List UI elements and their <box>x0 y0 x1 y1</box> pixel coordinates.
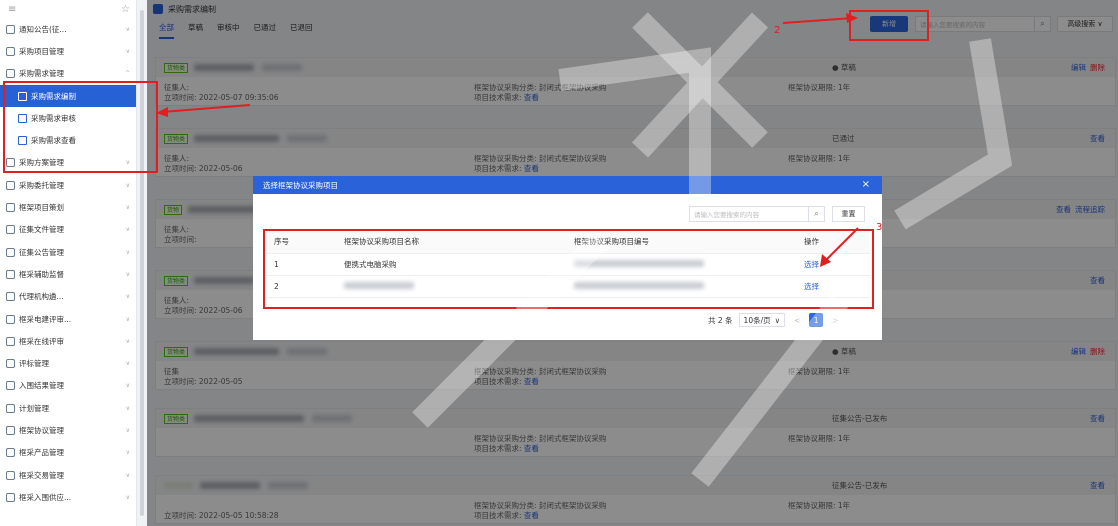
folder-icon <box>6 292 15 302</box>
sidebar: ≡ ☆ 通知公告(征... ∨ 采购项目管理 ∨ 采购需求管理 ^ 采购需求编制 采购需求审核… <box>0 0 137 526</box>
folder-icon <box>6 203 15 213</box>
folder-icon <box>6 24 15 34</box>
annotation-box-table <box>263 229 874 309</box>
annotation-number: 2 <box>774 25 781 36</box>
chevron-down-icon: ∨ <box>125 181 130 189</box>
folder-icon <box>6 403 15 413</box>
chevron-down-icon: ∨ <box>125 248 130 256</box>
folder-icon <box>6 470 15 480</box>
folder-icon <box>6 359 15 369</box>
sidebar-item-after-2[interactable]: 框架项目策划 ∨ <box>0 196 136 218</box>
sidebar-item-after-15[interactable]: 框采入围供应... ∨ <box>0 486 136 508</box>
annotation-box-sidebar <box>3 81 158 173</box>
annotation-box-new <box>849 10 929 41</box>
dialog-title: 选择框架协议采购项目 <box>263 180 338 190</box>
chevron-down-icon: ∨ <box>125 226 130 234</box>
chevron-down-icon: ∨ <box>774 315 781 325</box>
folder-icon <box>6 269 15 279</box>
menu-icon[interactable]: ≡ <box>8 4 16 15</box>
sidebar-item-label: 征集公告管理 <box>19 247 64 257</box>
chevron-down-icon: ∨ <box>125 270 130 278</box>
chevron-down-icon: ∨ <box>125 404 130 412</box>
sidebar-item-label: 框采电建评审... <box>19 314 72 324</box>
sidebar-item-label: 计划管理 <box>19 403 49 413</box>
chevron-down-icon: ∨ <box>125 25 130 33</box>
sidebar-item-after-14[interactable]: 框采交易管理 ∨ <box>0 464 136 486</box>
sidebar-item-after-10[interactable]: 入围结果管理 ∨ <box>0 375 136 397</box>
chevron-down-icon: ∨ <box>125 426 130 434</box>
folder-icon <box>6 46 15 56</box>
sidebar-item-label: 框架协议管理 <box>19 425 64 435</box>
chevron-down-icon: ∨ <box>125 337 130 345</box>
chevron-up-icon: ^ <box>124 70 130 78</box>
chevron-down-icon: ∨ <box>125 382 130 390</box>
total-count: 共 2 条 <box>708 315 733 325</box>
sidebar-item-after-3[interactable]: 征集文件管理 ∨ <box>0 219 136 241</box>
sidebar-item-label: 采购项目管理 <box>19 46 64 56</box>
dialog-search-input[interactable]: 请输入您要搜索的内容 <box>689 206 809 222</box>
folder-icon <box>6 381 15 391</box>
folder-icon <box>6 448 15 458</box>
sidebar-item-label: 通知公告(征... <box>19 24 67 34</box>
chevron-down-icon: ∨ <box>125 293 130 301</box>
folder-icon <box>6 314 15 324</box>
annotation-number: 3 <box>876 222 883 233</box>
pagination: 共 2 条 10条/页 ∨ < 1 > <box>708 313 841 327</box>
sidebar-top: ≡ ☆ <box>0 0 136 18</box>
folder-icon <box>6 180 15 190</box>
chevron-down-icon: ∨ <box>125 493 130 501</box>
sidebar-item-label: 框采辅助监督 <box>19 269 64 279</box>
sidebar-item-after-13[interactable]: 框采产品管理 ∨ <box>0 442 136 464</box>
sidebar-item-after-7[interactable]: 框采电建评审... ∨ <box>0 308 136 330</box>
sidebar-item-after-4[interactable]: 征集公告管理 ∨ <box>0 241 136 263</box>
sidebar-item-label: 框架项目策划 <box>19 203 64 213</box>
sidebar-item-1[interactable]: 采购项目管理 ∨ <box>0 40 136 62</box>
folder-icon <box>6 247 15 257</box>
sidebar-item-label: 框采入围供应... <box>19 492 72 502</box>
chevron-down-icon: ∨ <box>125 315 130 323</box>
prev-page-icon[interactable]: < <box>791 316 803 325</box>
sidebar-item-label: 评标管理 <box>19 359 49 369</box>
sidebar-item-label: 采购委托管理 <box>19 180 64 190</box>
sidebar-item-label: 采购需求管理 <box>19 69 64 79</box>
page-size-value: 10条/页 <box>743 315 771 325</box>
folder-icon <box>6 425 15 435</box>
sidebar-item-after-9[interactable]: 评标管理 ∨ <box>0 352 136 374</box>
sidebar-item-label: 入围结果管理 <box>19 381 64 391</box>
sidebar-item-after-5[interactable]: 框采辅助监督 ∨ <box>0 263 136 285</box>
sidebar-item-after-1[interactable]: 采购委托管理 ∨ <box>0 174 136 196</box>
sidebar-item-label: 框采在线评审 <box>19 336 64 346</box>
reset-button[interactable]: 重置 <box>832 206 865 222</box>
sidebar-item-label: 征集文件管理 <box>19 225 64 235</box>
sidebar-item-0[interactable]: 通知公告(征... ∨ <box>0 18 136 40</box>
close-icon[interactable]: × <box>862 179 870 190</box>
chevron-down-icon: ∨ <box>125 449 130 457</box>
folder-icon <box>6 492 15 502</box>
folder-icon <box>6 225 15 235</box>
page-size-select[interactable]: 10条/页 ∨ <box>738 313 786 327</box>
chevron-down-icon: ∨ <box>125 360 130 368</box>
folder-icon <box>6 336 15 346</box>
sidebar-item-after-12[interactable]: 框架协议管理 ∨ <box>0 419 136 441</box>
chevron-down-icon: ∨ <box>125 204 130 212</box>
folder-icon <box>6 69 15 79</box>
pin-icon[interactable]: ☆ <box>121 4 130 15</box>
sidebar-item-after-11[interactable]: 计划管理 ∨ <box>0 397 136 419</box>
sidebar-item-label: 代理机构遴... <box>19 292 64 302</box>
sidebar-item-after-6[interactable]: 代理机构遴... ∨ <box>0 286 136 308</box>
search-icon[interactable]: ⌕ <box>809 206 825 222</box>
chevron-down-icon: ∨ <box>125 47 130 55</box>
next-page-icon[interactable]: > <box>829 316 841 325</box>
sidebar-item-label: 框采产品管理 <box>19 448 64 458</box>
sidebar-item-label: 框采交易管理 <box>19 470 64 480</box>
chevron-down-icon: ∨ <box>125 471 130 479</box>
dialog-header: 选择框架协议采购项目 × <box>253 176 882 194</box>
page-number[interactable]: 1 <box>809 313 824 327</box>
sidebar-item-after-8[interactable]: 框采在线评审 ∨ <box>0 330 136 352</box>
